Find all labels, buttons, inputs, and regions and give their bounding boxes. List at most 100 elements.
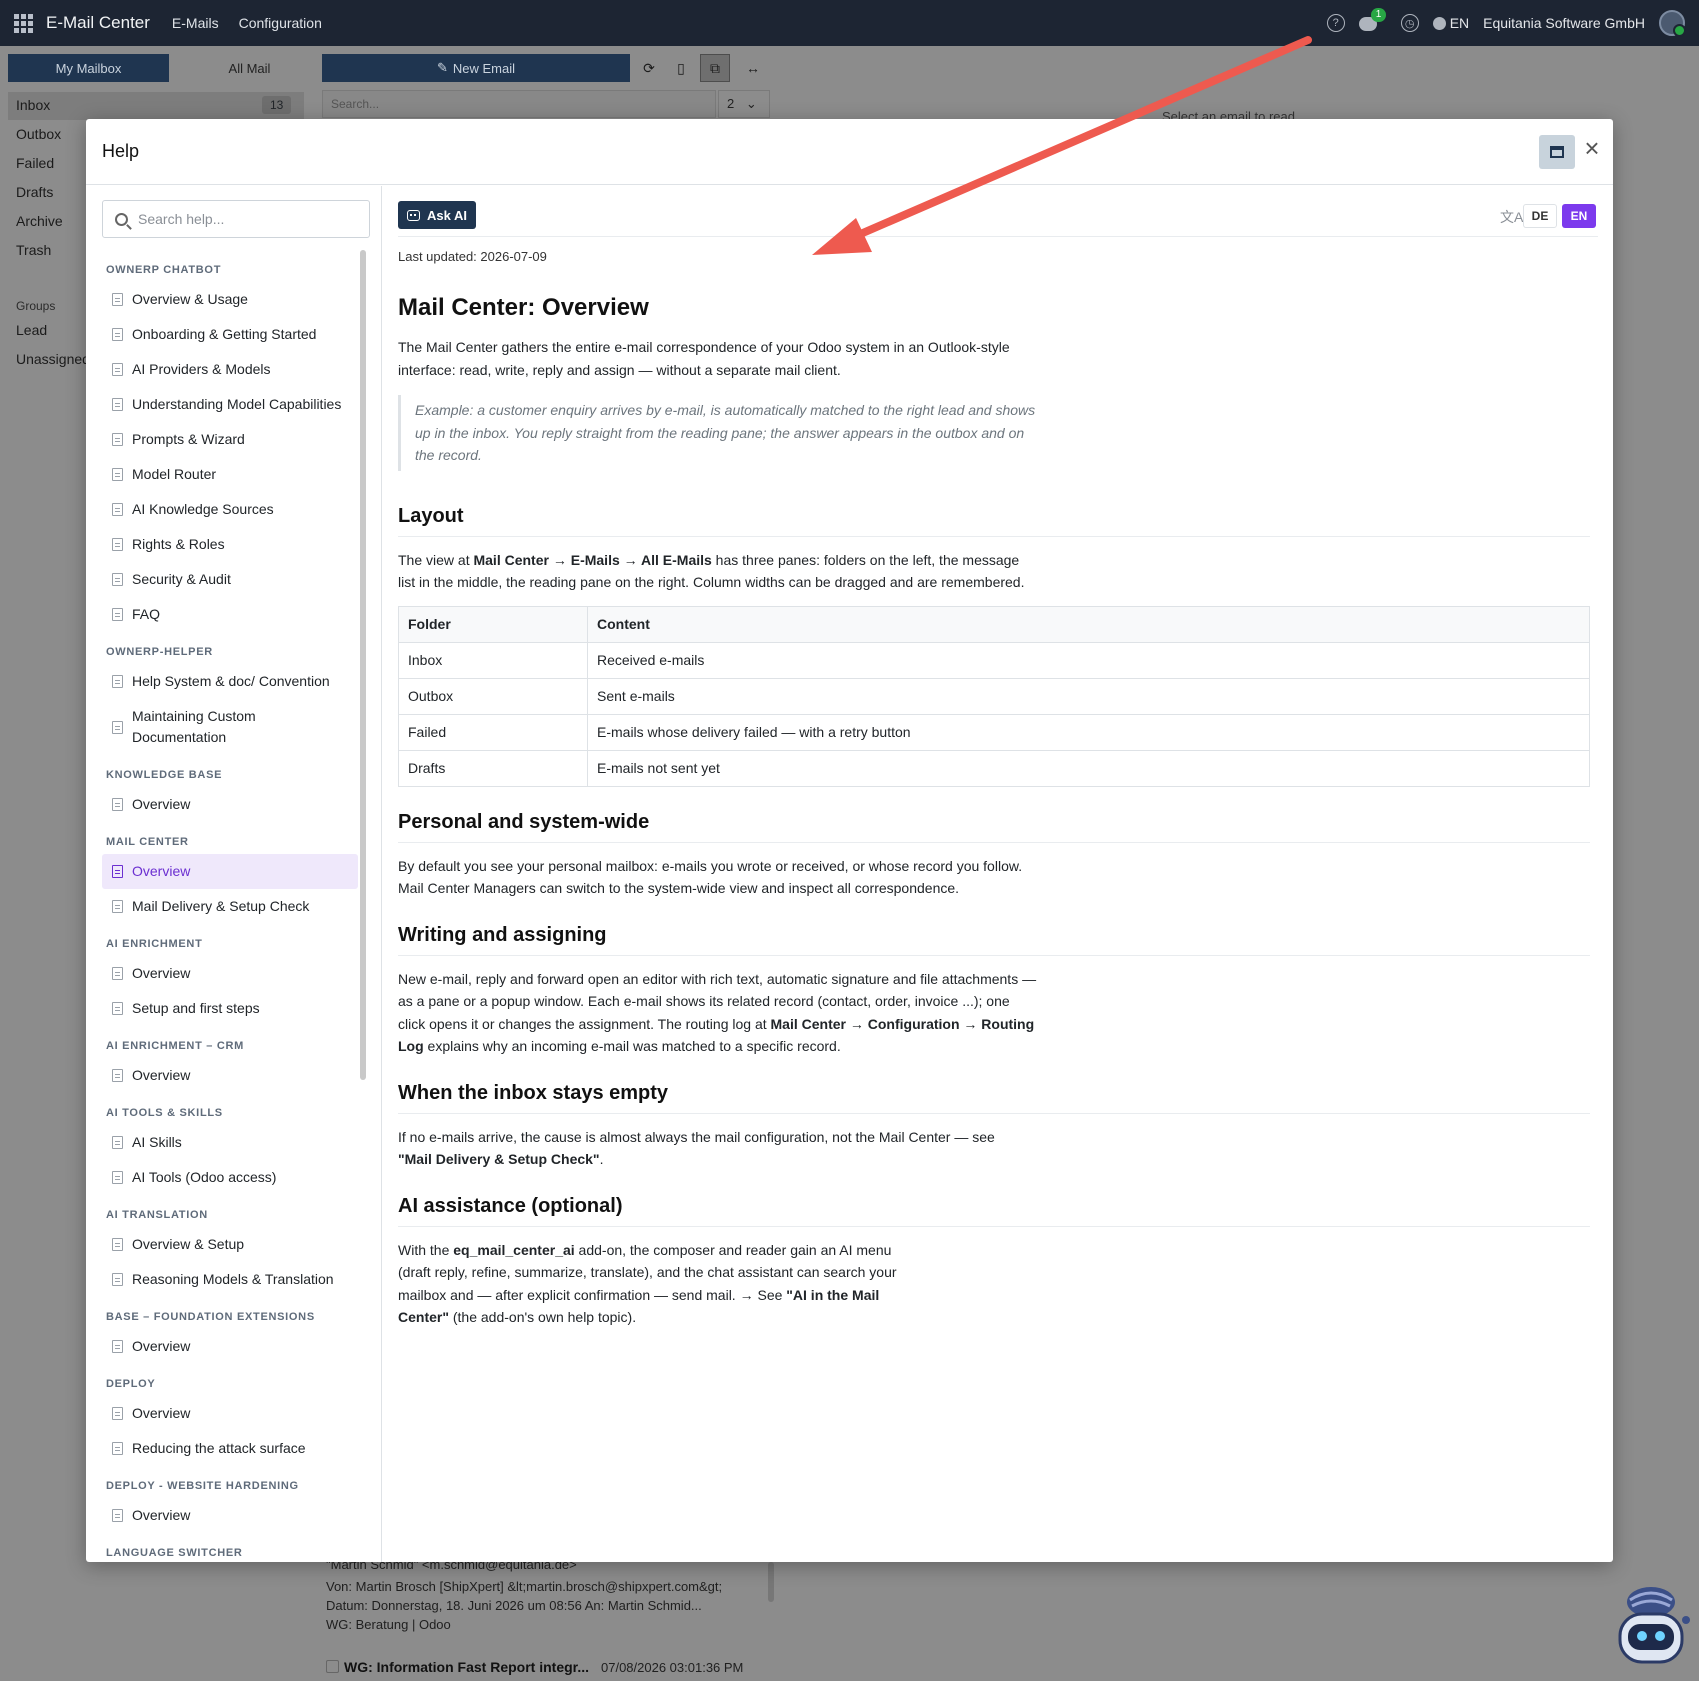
writing-heading: Writing and assigning (398, 924, 1590, 956)
list-scrollbar[interactable] (768, 1562, 774, 1602)
resize-width-icon[interactable]: ↔ (738, 54, 768, 82)
ask-ai-button[interactable]: Ask AI (398, 201, 476, 229)
company-switcher[interactable]: Equitania Software GmbH (1483, 15, 1645, 31)
clock-icon[interactable]: ◷ (1400, 14, 1419, 32)
language-switcher[interactable]: EN (1432, 15, 1469, 31)
tab-my-mailbox[interactable]: My Mailbox (8, 54, 169, 82)
toc-item[interactable]: Overview (102, 1329, 358, 1364)
content-toolbar: Ask AI 文A DE EN (398, 201, 1598, 237)
lang-en-button[interactable]: EN (1562, 204, 1596, 228)
close-icon[interactable]: × (1581, 135, 1603, 161)
toc-item-label: AI Tools (Odoo access) (132, 1169, 277, 1185)
inbox-count-badge: 13 (262, 96, 292, 114)
message-checkbox[interactable] (326, 1660, 339, 1673)
document-icon (112, 538, 123, 551)
toc-item[interactable]: AI Skills (102, 1125, 358, 1160)
toc-item[interactable]: Overview (102, 787, 358, 822)
group-unassigned[interactable]: Unassigned (16, 351, 90, 367)
toc-item[interactable]: Rights & Roles (102, 527, 358, 562)
help-search-box[interactable] (102, 200, 370, 238)
folder-drafts[interactable]: Drafts (16, 184, 53, 200)
toc-item[interactable]: Reasoning Models & Translation (102, 1262, 358, 1297)
help-search-input[interactable] (138, 211, 358, 227)
toc-item-label: Overview (132, 1507, 191, 1523)
message-subject[interactable]: WG: Information Fast Report integr... (344, 1659, 589, 1675)
toc-item[interactable]: Mail Delivery & Setup Check (102, 889, 358, 924)
toc-section-heading: LANGUAGE SWITCHER (106, 1547, 243, 1559)
mail-search-input[interactable]: Search... (322, 90, 716, 118)
app-brand[interactable]: E-Mail Center (46, 13, 150, 33)
toc-item-label: Overview (132, 1405, 191, 1421)
help-modal: Help × OWNERP CHATBOT Overview & Usage Onb… (86, 119, 1613, 1562)
ai-heading: AI assistance (optional) (398, 1195, 1590, 1227)
document-icon (112, 720, 123, 734)
ai-paragraph: With the eq_mail_center_ai add-on, the c… (398, 1239, 918, 1329)
document-icon (112, 1171, 123, 1184)
menu-configuration[interactable]: Configuration (239, 15, 322, 31)
popup-view-icon[interactable]: ⧉ (700, 54, 730, 82)
folder-trash[interactable]: Trash (16, 242, 51, 258)
toc-item-label: Security & Audit (132, 571, 231, 587)
toc-item[interactable]: Overview (102, 1396, 358, 1431)
document-icon (112, 1136, 123, 1149)
toc-item[interactable]: AI Providers & Models (102, 352, 358, 387)
toc-item[interactable]: Overview & Usage (102, 282, 358, 317)
toc-item[interactable]: Understanding Model Capabilities (102, 387, 358, 422)
toc-item[interactable]: Overview (102, 1058, 358, 1093)
toc-item[interactable]: Maintaining Custom Documentation (102, 699, 358, 755)
toc-item[interactable]: Overview (102, 854, 358, 889)
tab-all-mail[interactable]: All Mail (169, 54, 330, 82)
menu-emails[interactable]: E-Mails (172, 15, 219, 31)
folder-outbox[interactable]: Outbox (16, 126, 61, 142)
folder-inbox[interactable]: Inbox (16, 97, 50, 113)
folder-failed[interactable]: Failed (16, 155, 54, 171)
document-icon (112, 573, 123, 586)
per-page-value: 2 (727, 96, 735, 111)
toc-item-label: Overview (132, 1067, 191, 1083)
group-lead[interactable]: Lead (16, 322, 47, 338)
toc-item[interactable]: Prompts & Wizard (102, 422, 358, 457)
toc-section-heading: AI TOOLS & SKILLS (106, 1107, 223, 1119)
ask-ai-label: Ask AI (427, 207, 467, 223)
toc-item[interactable]: AI Tools (Odoo access) (102, 1160, 358, 1195)
chatbot-robot-icon[interactable] (1606, 1580, 1696, 1675)
refresh-icon[interactable]: ⟳ (634, 54, 664, 82)
translate-icon: 文A (1500, 209, 1524, 225)
toc-section-heading: KNOWLEDGE BASE (106, 769, 223, 781)
example-blockquote: Example: a customer enquiry arrives by e… (398, 395, 1038, 471)
toc-item-label: Reducing the attack surface (132, 1440, 306, 1456)
article-title: Mail Center: Overview (398, 294, 649, 321)
toc-item[interactable]: Overview & Setup (102, 1227, 358, 1262)
lang-de-button[interactable]: DE (1523, 204, 1557, 228)
toc-section-heading: BASE – FOUNDATION EXTENSIONS (106, 1311, 315, 1323)
toc-item[interactable]: Overview (102, 1498, 358, 1533)
folder-inbox-row[interactable] (8, 92, 304, 120)
split-view-icon[interactable]: ▯ (666, 54, 696, 82)
toc-item[interactable]: Setup and first steps (102, 991, 358, 1026)
help-icon[interactable]: ? (1326, 14, 1345, 32)
mail-delivery-link[interactable]: "Mail Delivery & Setup Check" (398, 1151, 600, 1167)
toc-item[interactable]: Help System & doc/ Convention (102, 664, 358, 699)
new-email-button[interactable]: ✎ New Email (322, 54, 630, 82)
toc-item[interactable]: FAQ (102, 597, 358, 632)
toc-item[interactable]: Model Router (102, 457, 358, 492)
toc-item[interactable]: Overview (102, 956, 358, 991)
toc-item[interactable]: Reducing the attack surface (102, 1431, 358, 1466)
chat-icon[interactable]: 1 (1358, 8, 1387, 32)
document-icon (112, 468, 123, 481)
toc-item[interactable]: Security & Audit (102, 562, 358, 597)
table-cell: Received e-mails (587, 641, 1590, 679)
search-icon (115, 212, 128, 226)
user-avatar[interactable] (1659, 10, 1686, 37)
apps-grid-icon[interactable] (0, 0, 46, 46)
per-page-select[interactable]: 2 ⌄ (718, 90, 770, 118)
fullscreen-toggle-button[interactable] (1539, 135, 1575, 169)
top-navbar: E-Mail Center E-Mails Configuration ? 1 … (0, 0, 1699, 46)
toc-scrollbar[interactable] (360, 250, 366, 1080)
folder-archive[interactable]: Archive (16, 213, 63, 229)
table-cell: Sent e-mails (587, 677, 1590, 715)
toc-item-label: Rights & Roles (132, 536, 225, 552)
toc-item[interactable]: Onboarding & Getting Started (102, 317, 358, 352)
toc-item[interactable]: AI Knowledge Sources (102, 492, 358, 527)
table-cell: Inbox (398, 641, 588, 679)
